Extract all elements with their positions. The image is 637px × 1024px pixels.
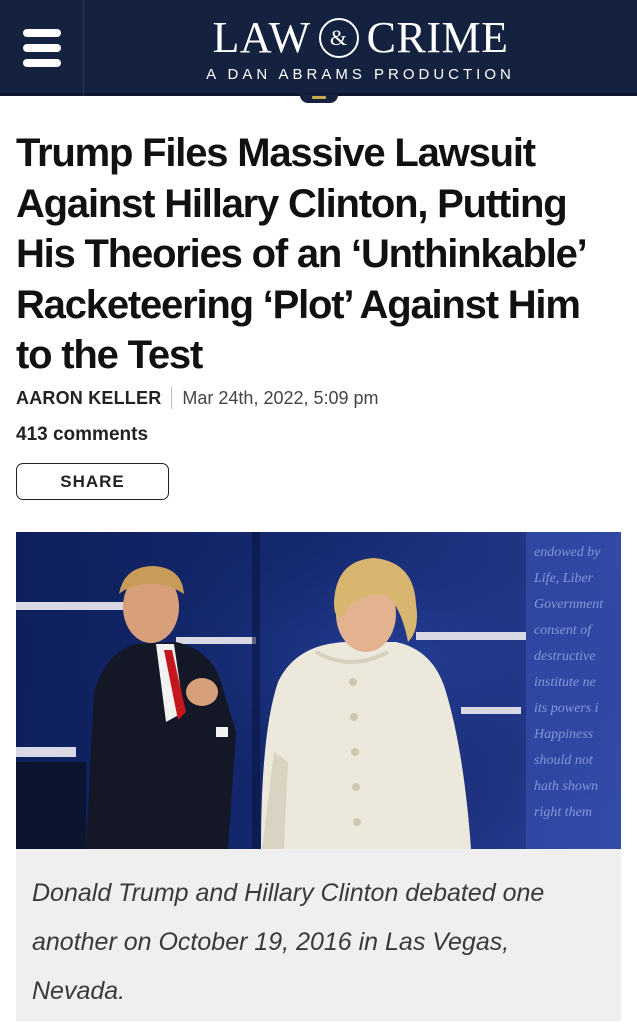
photo-caption-box: Donald Trump and Hillary Clinton debated…: [16, 849, 621, 1021]
debate-photo-illustration: endowed by Life, Liber Government consen…: [16, 532, 621, 849]
site-logo[interactable]: LAW & CRIME A DAN ABRAMS PRODUCTION: [84, 14, 637, 84]
byline-divider: [171, 387, 173, 409]
backdrop-word: its powers i: [534, 701, 599, 716]
logo-ampersand-emblem: &: [318, 18, 359, 58]
byline: AARON KELLER Mar 24th, 2022, 5:09 pm: [16, 386, 379, 410]
backdrop-word: Happiness: [533, 727, 594, 742]
article-photo: endowed by Life, Liber Government consen…: [16, 532, 621, 849]
logo-tagline: A DAN ABRAMS PRODUCTION: [206, 66, 515, 83]
backdrop-word: right them: [534, 805, 592, 820]
menu-bar: [22, 59, 61, 67]
backdrop-word: should not: [534, 753, 594, 768]
article-headline: Trump Files Massive Lawsuit Against Hill…: [16, 131, 586, 377]
comments-link[interactable]: 413 comments: [16, 424, 148, 446]
backdrop-word: destructive: [534, 649, 595, 664]
logo-wordmark: LAW & CRIME: [84, 14, 637, 62]
menu-bar: [22, 29, 61, 37]
publish-date: Mar 24th, 2022, 5:09 pm: [182, 388, 379, 408]
logo-crime: CRIME: [366, 13, 509, 62]
backdrop-word: institute ne: [534, 675, 596, 690]
share-button[interactable]: SHARE: [16, 463, 169, 500]
author-name[interactable]: AARON KELLER: [16, 386, 161, 410]
backdrop-word: hath shown: [534, 779, 598, 794]
photo-caption: Donald Trump and Hillary Clinton debated…: [32, 879, 545, 1005]
site-header: LAW & CRIME A DAN ABRAMS PRODUCTION: [0, 0, 637, 96]
backdrop-word: consent of: [534, 623, 593, 638]
logo-law: LAW: [212, 13, 311, 62]
header-pull-tab[interactable]: [300, 94, 338, 103]
backdrop-word: endowed by: [534, 545, 601, 560]
backdrop-word: Government: [534, 597, 604, 612]
backdrop-word: Life, Liber: [533, 571, 594, 586]
menu-bar: [22, 44, 61, 52]
hamburger-menu-icon[interactable]: [0, 0, 84, 96]
